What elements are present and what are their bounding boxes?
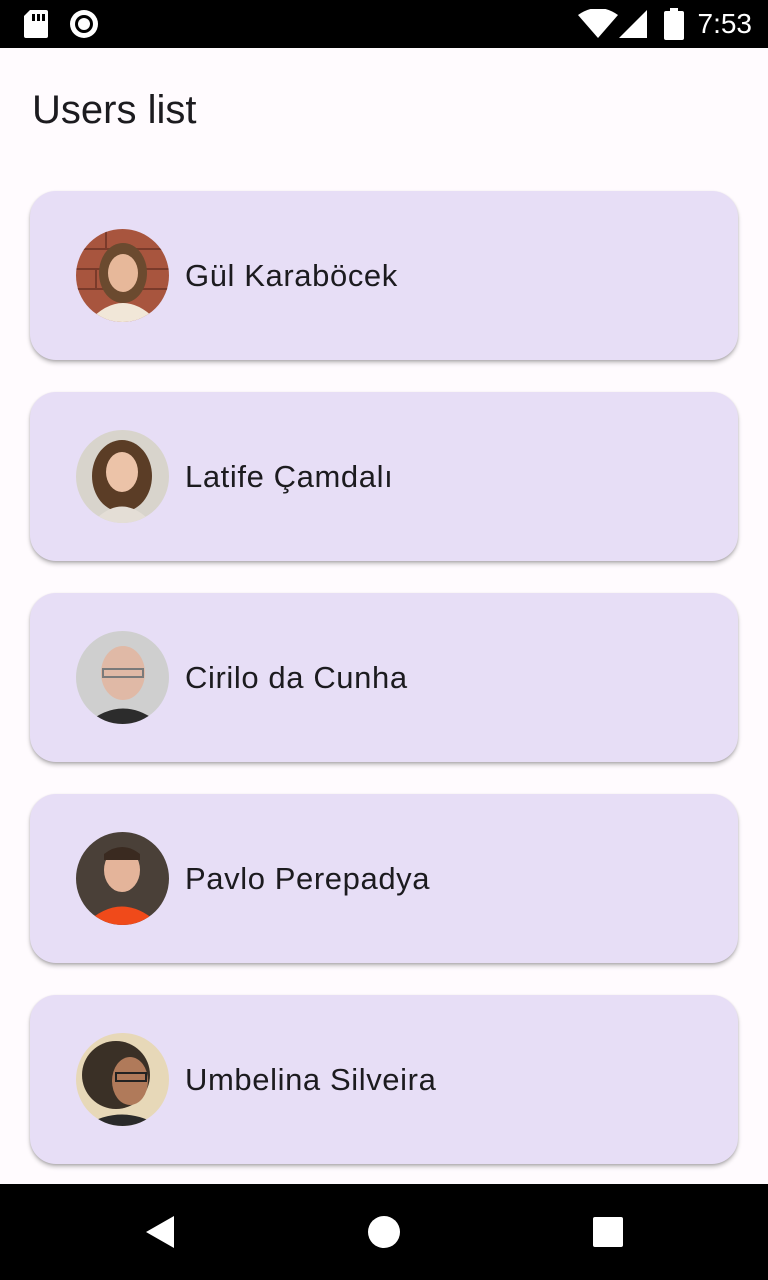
back-icon[interactable]	[112, 1184, 208, 1280]
battery-icon	[662, 0, 686, 48]
user-name: Gül Karaböcek	[185, 258, 398, 293]
wifi-icon	[576, 0, 620, 48]
user-card[interactable]: Pavlo Perepadya	[30, 794, 738, 963]
navigation-bar	[0, 1184, 768, 1280]
status-bar: 7:53	[0, 0, 768, 48]
avatar	[76, 229, 169, 322]
user-card[interactable]: Umbelina Silveira	[30, 995, 738, 1164]
sd-card-icon	[22, 0, 50, 48]
user-list: Gül Karaböcek Latife Çamdalı Cirilo da C…	[30, 191, 738, 1196]
user-card[interactable]: Latife Çamdalı	[30, 392, 738, 561]
avatar	[76, 1033, 169, 1126]
user-name: Latife Çamdalı	[185, 459, 394, 494]
user-name: Umbelina Silveira	[185, 1062, 437, 1097]
record-icon	[68, 0, 100, 48]
signal-icon	[618, 0, 650, 48]
recents-icon[interactable]	[560, 1184, 656, 1280]
page-title: Users list	[32, 88, 197, 132]
avatar	[76, 832, 169, 925]
home-icon[interactable]	[336, 1184, 432, 1280]
user-name: Cirilo da Cunha	[185, 660, 408, 695]
user-card[interactable]: Gül Karaböcek	[30, 191, 738, 360]
avatar	[76, 430, 169, 523]
avatar	[76, 631, 169, 724]
user-card[interactable]: Cirilo da Cunha	[30, 593, 738, 762]
user-name: Pavlo Perepadya	[185, 861, 431, 896]
status-time: 7:53	[697, 8, 753, 39]
